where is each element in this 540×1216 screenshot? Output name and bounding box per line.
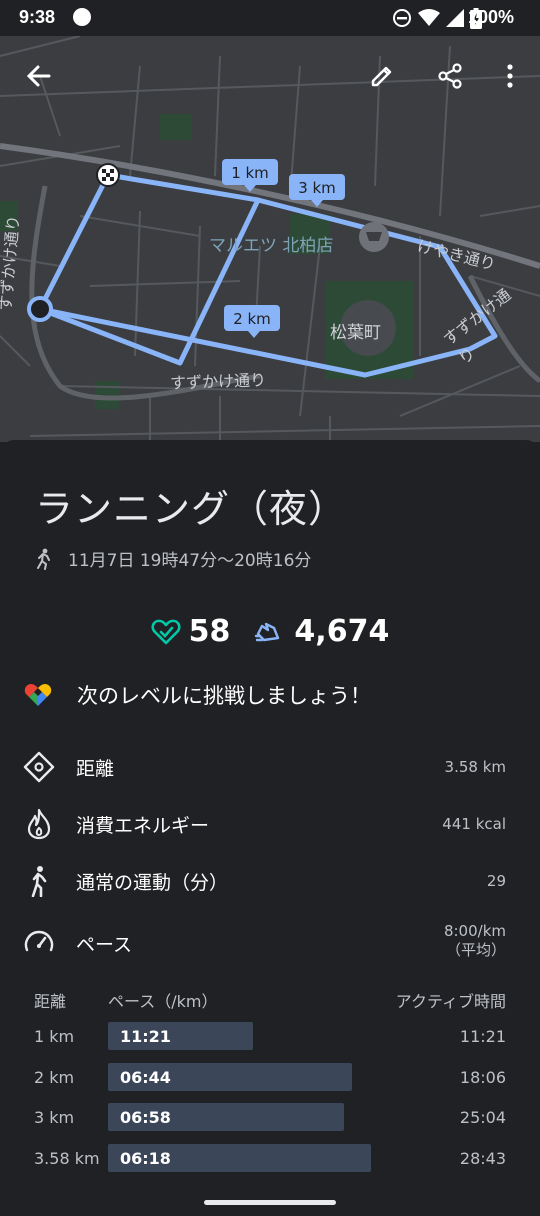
- map-label-town: 松葉町: [330, 323, 381, 343]
- stat-move-minutes: 通常の運動（分） 29: [22, 864, 508, 898]
- heart-points-icon: [151, 619, 181, 644]
- splits-header-pace: ペース（/km）: [108, 992, 218, 1011]
- km-marker-2-label: 2 km: [233, 310, 271, 328]
- steps-icon: [255, 622, 280, 641]
- speedometer-icon: [24, 930, 54, 952]
- stat-energy-value: 441 kcal: [442, 814, 506, 833]
- km-marker-1-label: 1 km: [231, 164, 269, 182]
- running-person-icon: [37, 548, 50, 570]
- fire-icon: [27, 808, 51, 840]
- back-button[interactable]: [19, 56, 59, 96]
- map-label-store: マルエツ 北柏店: [209, 236, 334, 256]
- walking-person-icon: [31, 866, 47, 897]
- wifi-icon: [418, 9, 440, 26]
- status-time: 9:38: [19, 7, 56, 27]
- start-marker: [27, 296, 53, 322]
- stat-pace-label: ペース: [76, 934, 133, 956]
- cell-signal-icon: [446, 9, 464, 27]
- challenge-banner[interactable]: 次のレベルに挑戦しましょう！: [23, 680, 371, 710]
- stat-move-minutes-label: 通常の運動（分）: [76, 871, 229, 894]
- stat-distance: 距離 3.58 km: [22, 750, 508, 784]
- heart-points-metric: 58: [151, 614, 231, 649]
- route-map[interactable]: 1 km 3 km 2 km マルエツ 北柏店 松葉町 けやき通り すずかけ通り…: [0, 36, 540, 442]
- do-not-disturb-icon: [393, 9, 411, 27]
- split-pace: 06:58: [120, 1108, 171, 1127]
- stat-pace-value-line2: （平均）: [445, 941, 506, 959]
- split-row: 1 km 11:21 11:21: [0, 1022, 540, 1052]
- stat-energy: 消費エネルギー 441 kcal: [22, 807, 508, 841]
- splits-header-distance: 距離: [34, 992, 67, 1011]
- distance-icon: [23, 751, 55, 783]
- activity-title: ランニング（夜）: [35, 487, 348, 531]
- more-vert-icon: [507, 64, 513, 88]
- splits-header-active-time: アクティブ時間: [395, 992, 506, 1011]
- status-bar: 9:38 100%: [0, 0, 540, 36]
- stat-pace-value: 8:00/km （平均）: [444, 922, 506, 960]
- stat-pace-value-line1: 8:00/km: [443, 922, 506, 940]
- heart-points-value: 58: [188, 614, 231, 649]
- more-options-button[interactable]: [490, 56, 530, 96]
- steps-metric: 4,674: [254, 614, 389, 649]
- split-pace: 11:21: [120, 1027, 171, 1046]
- gesture-nav-handle[interactable]: [204, 1200, 336, 1205]
- split-pace: 06:18: [120, 1148, 171, 1168]
- stat-energy-label: 消費エネルギー: [76, 814, 210, 837]
- stat-distance-value: 3.58 km: [444, 757, 506, 776]
- stat-move-minutes-value: 29: [486, 871, 506, 890]
- activity-date-range: 11月7日 19時47分～20時16分: [68, 551, 312, 571]
- split-row: 2 km 06:44 18:06: [0, 1062, 540, 1093]
- split-distance: 2 km: [34, 1067, 75, 1087]
- split-active-time: 25:04: [459, 1108, 506, 1127]
- challenge-text: 次のレベルに挑戦しましょう！: [77, 684, 371, 708]
- end-marker: [96, 163, 120, 187]
- split-active-time: 11:21: [459, 1027, 506, 1046]
- split-distance: 1 km: [34, 1027, 75, 1046]
- edit-button[interactable]: [362, 56, 402, 96]
- metrics-row: 58 4,674: [0, 614, 540, 649]
- pencil-icon: [371, 66, 392, 87]
- split-row: 3 km 06:58 25:04: [0, 1103, 540, 1133]
- steps-value: 4,674: [294, 614, 390, 649]
- arrow-back-icon: [26, 65, 51, 87]
- split-distance: 3 km: [34, 1108, 75, 1127]
- share-icon: [438, 63, 462, 89]
- split-distance: 3.58 km: [34, 1148, 100, 1168]
- map-label-street-bottom: すずかけ通り: [169, 370, 267, 393]
- split-active-time: 18:06: [459, 1067, 506, 1087]
- share-button[interactable]: [430, 56, 470, 96]
- notification-dot-icon: [73, 8, 91, 26]
- battery-percent: 100%: [467, 7, 514, 27]
- stat-pace: ペース 8:00/km （平均）: [22, 922, 508, 962]
- split-row: 3.58 km 06:18 28:43: [0, 1143, 540, 1174]
- km-marker-3-label: 3 km: [298, 179, 336, 197]
- stat-distance-label: 距離: [76, 757, 115, 780]
- google-fit-heart-icon: [24, 684, 52, 706]
- split-pace: 06:44: [120, 1067, 171, 1087]
- activity-date-row: 11月7日 19時47分～20時16分: [34, 546, 311, 571]
- split-active-time: 28:43: [459, 1148, 506, 1168]
